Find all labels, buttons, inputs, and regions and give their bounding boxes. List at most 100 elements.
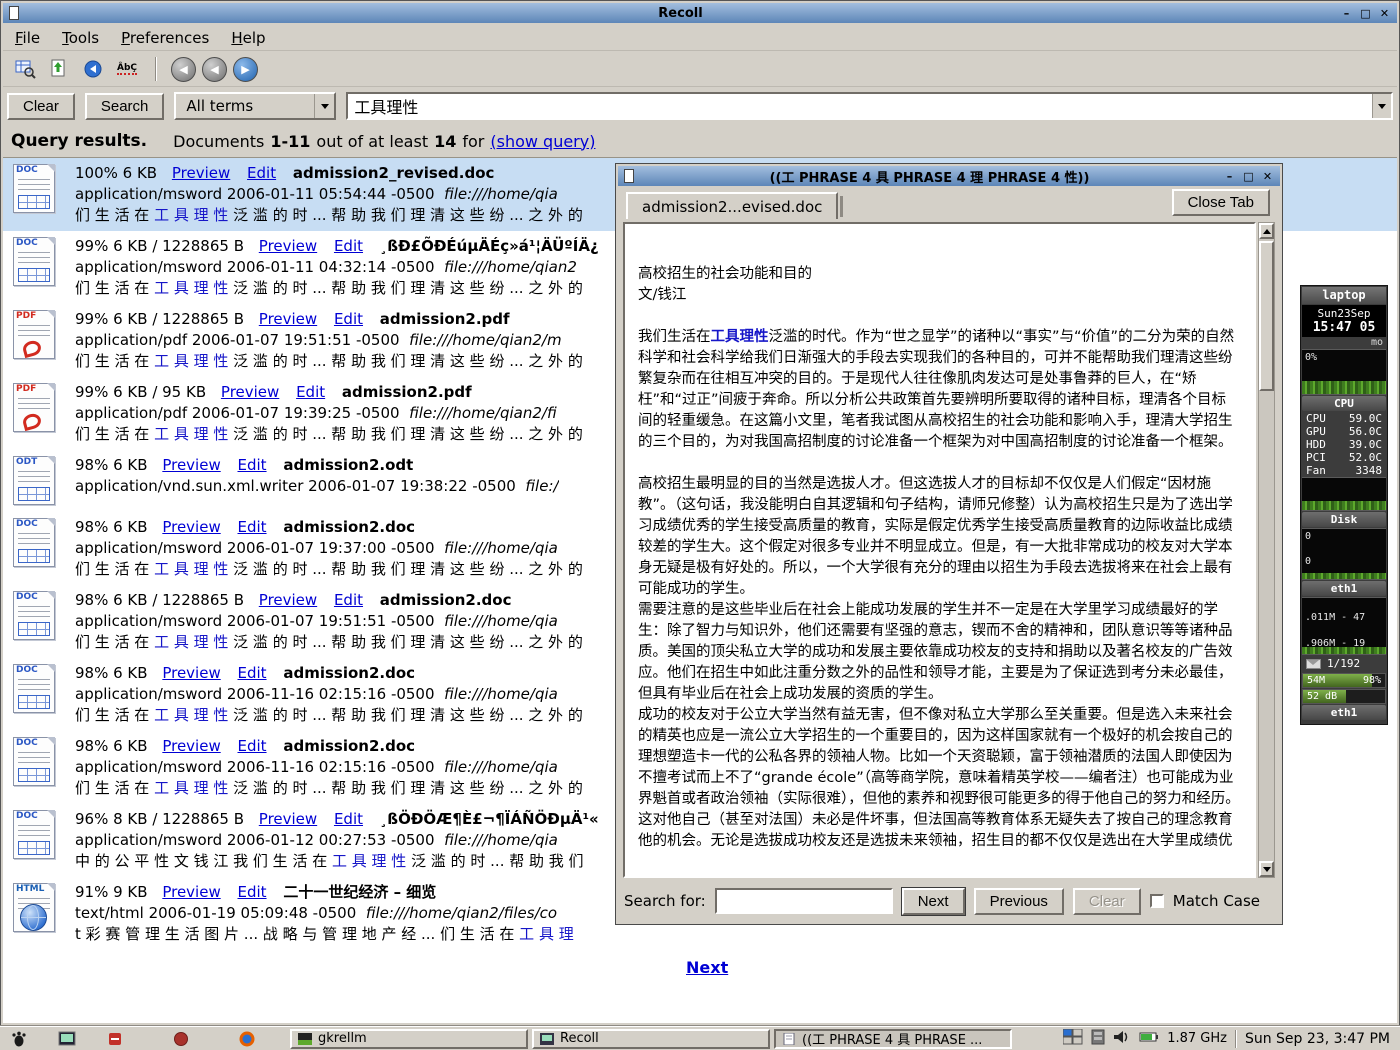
scrollbar-track[interactable] bbox=[1259, 239, 1274, 861]
gkrellm-disk-chart: 0 0 bbox=[1302, 528, 1386, 580]
close-icon[interactable]: ✕ bbox=[1376, 6, 1393, 21]
preview-text: 高校招生的社会功能和目的文/钱江我们生活在工具理性泛滥的时代。作为“世之显学”的… bbox=[623, 222, 1256, 878]
edit-link[interactable]: Edit bbox=[334, 810, 363, 828]
edit-link[interactable]: Edit bbox=[238, 456, 267, 474]
query-details-icon[interactable] bbox=[11, 55, 39, 83]
preview-link[interactable]: Preview bbox=[172, 164, 230, 182]
taskbar: gkrellm Recoll ((工 PHRASE 4 具 PHRASE ...… bbox=[0, 1026, 1400, 1050]
find-next-button[interactable]: Next bbox=[902, 888, 965, 915]
edit-link[interactable]: Edit bbox=[247, 164, 276, 182]
preview-window: ((工 PHRASE 4 具 PHRASE 4 理 PHRASE 4 性)) –… bbox=[615, 163, 1283, 925]
find-previous-button[interactable]: Previous bbox=[974, 888, 1064, 915]
result-snippet: 们 生 活 在 工 具 理 性 泛 滥 的 时 ... 帮 助 我 们 理 清 … bbox=[75, 424, 583, 445]
taskbar-task-preview[interactable]: ((工 PHRASE 4 具 PHRASE ... bbox=[774, 1029, 1012, 1049]
firefox-icon[interactable] bbox=[234, 1029, 260, 1049]
preview-close-icon[interactable]: ✕ bbox=[1259, 169, 1276, 184]
scroll-up-icon[interactable] bbox=[1259, 223, 1274, 239]
preview-link[interactable]: Preview bbox=[162, 664, 220, 682]
menu-tools[interactable]: Tools bbox=[62, 29, 99, 47]
scrollbar-thumb[interactable] bbox=[1259, 241, 1274, 391]
preview-tab[interactable]: admission2...evised.doc bbox=[626, 192, 838, 219]
gkrellm-volume-meter[interactable]: 52 dB bbox=[1302, 689, 1386, 704]
result-snippet: 们 生 活 在 工 具 理 性 泛 滥 的 时 ... 帮 助 我 们 理 清 … bbox=[75, 205, 583, 226]
window-menu-icon[interactable] bbox=[7, 6, 21, 20]
menu-preferences[interactable]: Preferences bbox=[121, 29, 209, 47]
taskbar-task-recoll[interactable]: Recoll bbox=[532, 1029, 770, 1049]
preview-link[interactable]: Preview bbox=[259, 237, 317, 255]
page-next-icon[interactable]: ▶ bbox=[233, 57, 258, 82]
search-mode-select[interactable]: All terms bbox=[174, 92, 336, 120]
edit-link[interactable]: Edit bbox=[334, 310, 363, 328]
preview-link[interactable]: Preview bbox=[259, 810, 317, 828]
result-meta: text/html 2006-01-19 05:09:48 -0500 file… bbox=[75, 903, 574, 924]
results-total: 14 bbox=[434, 132, 456, 151]
preview-maximize-icon[interactable]: □ bbox=[1240, 169, 1257, 184]
result-score-size: 98% 6 KB bbox=[75, 737, 148, 755]
terminal-launcher-icon[interactable] bbox=[54, 1029, 80, 1049]
menu-file[interactable]: File bbox=[15, 29, 40, 47]
file-type-icon: DOC bbox=[11, 809, 59, 861]
main-titlebar[interactable]: Recoll – □ ✕ bbox=[3, 3, 1397, 23]
close-tab-button[interactable]: Close Tab bbox=[1172, 189, 1270, 216]
clear-button[interactable]: Clear bbox=[7, 93, 75, 120]
tray-app-icon[interactable] bbox=[1091, 1029, 1105, 1049]
preview-scrollbar[interactable] bbox=[1258, 222, 1275, 878]
page-prev-icon[interactable]: ◀ bbox=[202, 57, 227, 82]
page-first-icon[interactable]: ◀ bbox=[171, 57, 196, 82]
result-title: admission2.doc bbox=[380, 591, 512, 609]
gkrellm-mem-meter[interactable]: 54M98% bbox=[1302, 673, 1386, 688]
result-score-size: 100% 6 KB bbox=[75, 164, 157, 182]
gkrellm-hostname: laptop bbox=[1302, 287, 1386, 304]
history-icon[interactable] bbox=[79, 55, 107, 83]
toolbar-separator bbox=[155, 57, 157, 81]
search-button[interactable]: Search bbox=[85, 93, 165, 120]
gkrellm-panel[interactable]: laptop Sun23Sep 15:47 05 mo 0% CPU CPU59… bbox=[1300, 285, 1388, 725]
edit-link[interactable]: Edit bbox=[238, 664, 267, 682]
edit-link[interactable]: Edit bbox=[296, 383, 325, 401]
preview-link[interactable]: Preview bbox=[259, 591, 317, 609]
preview-window-title: ((工 PHRASE 4 具 PHRASE 4 理 PHRASE 4 性)) bbox=[640, 167, 1219, 186]
preview-window-icon[interactable] bbox=[622, 169, 636, 183]
edit-link[interactable]: Edit bbox=[238, 883, 267, 901]
next-page-link[interactable]: Next bbox=[686, 958, 728, 977]
query-input-combo bbox=[346, 92, 1393, 120]
edit-link[interactable]: Edit bbox=[238, 737, 267, 755]
preview-link[interactable]: Preview bbox=[162, 737, 220, 755]
preview-link[interactable]: Preview bbox=[162, 883, 220, 901]
edit-link[interactable]: Edit bbox=[334, 237, 363, 255]
search-input[interactable] bbox=[348, 97, 1372, 116]
preview-link[interactable]: Preview bbox=[259, 310, 317, 328]
edit-link[interactable]: Edit bbox=[238, 518, 267, 536]
result-meta: application/pdf 2006-01-07 19:39:25 -050… bbox=[75, 403, 583, 424]
query-history-icon[interactable] bbox=[1372, 94, 1391, 118]
taskbar-clock[interactable]: Sun Sep 23, 3:47 PM bbox=[1245, 1031, 1394, 1047]
battery-icon[interactable] bbox=[1139, 1031, 1159, 1047]
preview-titlebar[interactable]: ((工 PHRASE 4 具 PHRASE 4 理 PHRASE 4 性)) –… bbox=[618, 166, 1280, 186]
scroll-down-icon[interactable] bbox=[1259, 861, 1274, 877]
footprint-icon[interactable] bbox=[6, 1029, 32, 1049]
term-explorer-icon[interactable]: ÂbÇ bbox=[113, 55, 141, 83]
file-type-icon: DOC bbox=[11, 736, 59, 788]
save-results-icon[interactable] bbox=[45, 55, 73, 83]
preview-minimize-icon[interactable]: – bbox=[1221, 169, 1238, 184]
pager-icon[interactable] bbox=[1063, 1029, 1083, 1049]
preview-link[interactable]: Preview bbox=[162, 456, 220, 474]
taskbar-task-gkrellm[interactable]: gkrellm bbox=[290, 1029, 528, 1049]
file-type-icon: DOC bbox=[11, 236, 59, 288]
result-score-size: 96% 8 KB / 1228865 B bbox=[75, 810, 244, 828]
preview-link[interactable]: Preview bbox=[221, 383, 279, 401]
volume-icon[interactable] bbox=[1113, 1029, 1131, 1049]
gkrellm-disk-header: Disk bbox=[1302, 512, 1386, 527]
gkrellm-fan-row: Fan3348 bbox=[1301, 464, 1387, 477]
editor-launcher-icon[interactable] bbox=[102, 1029, 128, 1049]
edit-link[interactable]: Edit bbox=[334, 591, 363, 609]
gkrellm-net-bottom-header: eth1 bbox=[1302, 705, 1386, 720]
minimize-icon[interactable]: – bbox=[1338, 6, 1355, 21]
preview-link[interactable]: Preview bbox=[162, 518, 220, 536]
package-launcher-icon[interactable] bbox=[168, 1029, 194, 1049]
find-input[interactable] bbox=[715, 888, 893, 914]
show-query-link[interactable]: (show query) bbox=[490, 132, 595, 151]
match-case-checkbox[interactable] bbox=[1150, 894, 1164, 908]
maximize-icon[interactable]: □ bbox=[1357, 6, 1374, 21]
menu-help[interactable]: Help bbox=[231, 29, 265, 47]
